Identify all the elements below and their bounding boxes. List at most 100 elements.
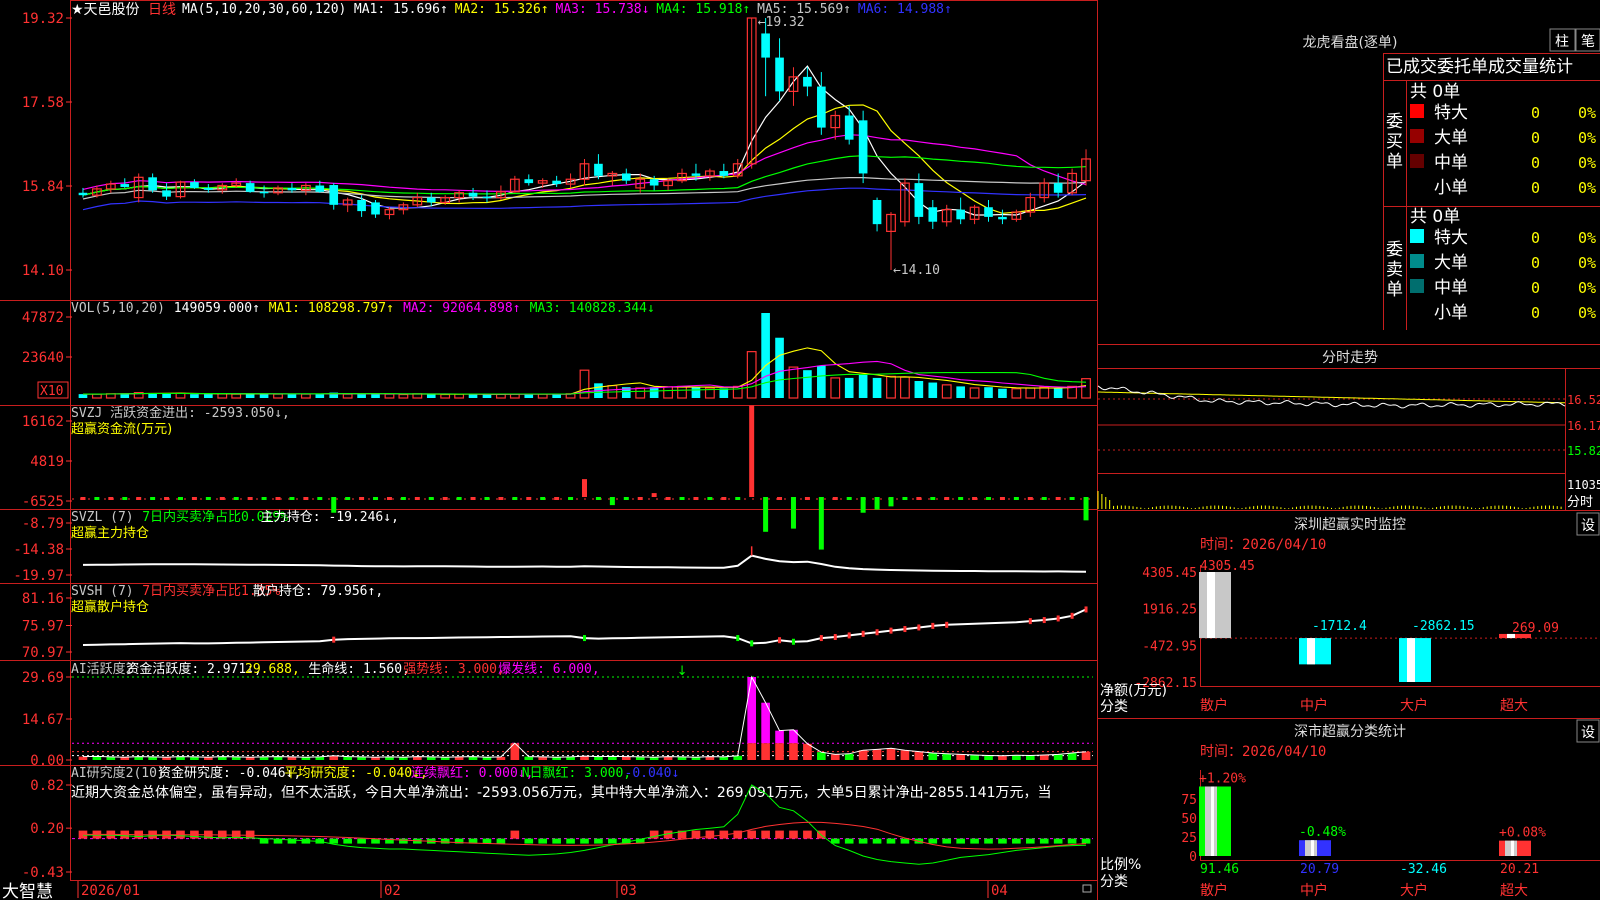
buy-row-swatch [1410,104,1424,118]
arrow-marker: ↓ [677,664,688,679]
buy-row-label: 特大 [1434,103,1468,123]
fund-flow-bar [80,497,86,500]
sell-row-count: 0 [1531,254,1540,272]
activity-bar [956,754,965,760]
stock-terminal: ★天邑股份 日线 MA(5,10,20,30,60,120) MA1: 15.696↑… [0,0,1600,900]
tick-mode-label: 笔 [1581,34,1595,50]
research-bar [1025,838,1035,844]
main-holding-line [82,554,1087,573]
fund-flow-bar [289,497,295,500]
sell-side-label: 委 [1386,240,1403,260]
volume-bar [941,384,952,399]
svzl-panel[interactable]: SVZL (7) 7日内买卖净占比0.029%主力持仓: -19.246↓,超赢主… [13,509,1087,584]
svsh-panel[interactable]: SVSH (7) 7日内买卖净占比1.35%散户持仓: 79.956↑,超赢散户持… [22,583,1088,661]
monitor-bar [1299,638,1331,665]
classify-value-label: 91.46 [1200,862,1239,877]
date-label: 02 [384,883,401,899]
ai-research-panel[interactable]: AI研究度2(10)资金研究度: -0.046↓,平均研究度: -0.040↓,… [22,765,1093,881]
buy-row-label: 大单 [1434,128,1468,148]
buy-side-label: 委 [1386,112,1403,132]
svzj-panel[interactable]: SVZJ 活跃资金进出: -2593.050↓,超赢资金流(万元) 16162 48… [22,405,1093,550]
candle-body [148,177,157,191]
ma-legend-item: MA3: 15.738↓ [556,2,650,17]
fund-flow-bar [721,497,727,500]
volume-bar [956,386,965,398]
volume-bar [635,387,646,399]
research-bar [357,838,366,844]
volume-bar [371,394,380,398]
monitor-ylabel: 净额(万元) [1100,683,1167,699]
classify-bar-stripe [1311,840,1314,856]
classify-bar [1499,840,1531,856]
research-bar [1067,838,1077,844]
min-annotation: ←14.10 [893,263,940,278]
activity-bar [803,743,812,760]
volume-bar [984,387,993,398]
volume-panel[interactable]: VOL(5,10,20) 149059.000↑ MA1: 108298.797↑ M… [22,301,1091,399]
buy-row-pct: 0% [1578,154,1596,172]
fenshi-title: 分时走势 [1322,350,1378,366]
fund-flow-bar [1083,497,1089,521]
monitor-category: 大户 [1400,697,1428,714]
fund-flow-bar [442,497,448,500]
activity-bar-high [775,730,784,744]
research-bar [900,838,910,844]
fund-flow-bar [651,493,657,497]
classify-category: 大户 [1400,882,1428,899]
candle-body [914,183,924,217]
volume-bar [398,393,409,399]
fund-flow-bar [1041,497,1047,500]
fund-flow-bar [1027,497,1033,500]
fund-flow-bar [205,497,211,500]
classify-ylabel: 比例% [1100,857,1141,873]
y-tick-label: 75.97 [22,619,64,635]
ma-legend-item: MA(5,10,20,30,60,120) [182,2,346,17]
sell-total: 共 0单 [1410,207,1460,227]
candle-body [649,179,659,186]
change-marker [1028,618,1032,625]
legend-item: 散户持仓: 79.956↑, [253,583,383,599]
classify-y-tick: 50 [1181,812,1197,827]
tab-filled[interactable]: 已成交委托单成交量统计 [1386,57,1573,77]
fund-flow-bar [1013,497,1019,500]
research-bar [259,838,269,844]
y-tick-label: 47872 [22,310,64,326]
volume-bar [273,393,283,399]
volume-bar [803,370,812,398]
volume-bar [872,377,882,398]
stock-name: ★天邑股份 [71,2,140,18]
y-tick-label: 0.20 [30,821,64,837]
chart-border [70,0,1098,881]
classify-settings-label: 设 [1581,725,1595,741]
change-marker [778,637,782,644]
y-tick-label: 16162 [22,414,64,430]
fund-flow-bar [568,497,574,500]
change-marker [583,635,586,642]
volume-bar [691,387,701,398]
classify-bar [1199,786,1231,856]
change-marker [791,638,795,645]
y-axis: 0.82 0.20 -0.43 [22,778,72,881]
fund-flow-bar [136,497,142,500]
research-bar [1053,838,1063,844]
brand-logo: 大智慧 [2,882,53,900]
monitor-y-tick: 1916.25 [1142,603,1197,618]
candle-body [426,197,436,203]
change-marker [847,632,851,639]
sell-row-count: 0 [1531,229,1540,247]
kline-panel[interactable]: ★天邑股份 日线 MA(5,10,20,30,60,120) MA1: 15.696↑… [22,2,1091,279]
monitor-category: 中户 [1300,697,1328,714]
classify-y-tick: 75 [1181,793,1197,808]
research-bar [872,838,882,844]
y-axis: 47872 23640 [22,310,72,366]
activity-bar [1067,753,1077,760]
ai-active-panel[interactable]: AI活跃度2资金活跃度: 2.971↓,29.688, 生命线: 1.560,强势… [22,661,1093,769]
date-label: 2026/01 [81,883,140,899]
fenshi-price-tick: 16.17 [1567,419,1600,433]
volume-bar [1011,388,1022,399]
volume-bar [190,394,199,398]
candle-body [78,192,88,196]
classify-pct-label: -0.48% [1299,825,1346,840]
sell-row-swatch [1410,279,1424,293]
fund-flow-bar [400,497,406,500]
